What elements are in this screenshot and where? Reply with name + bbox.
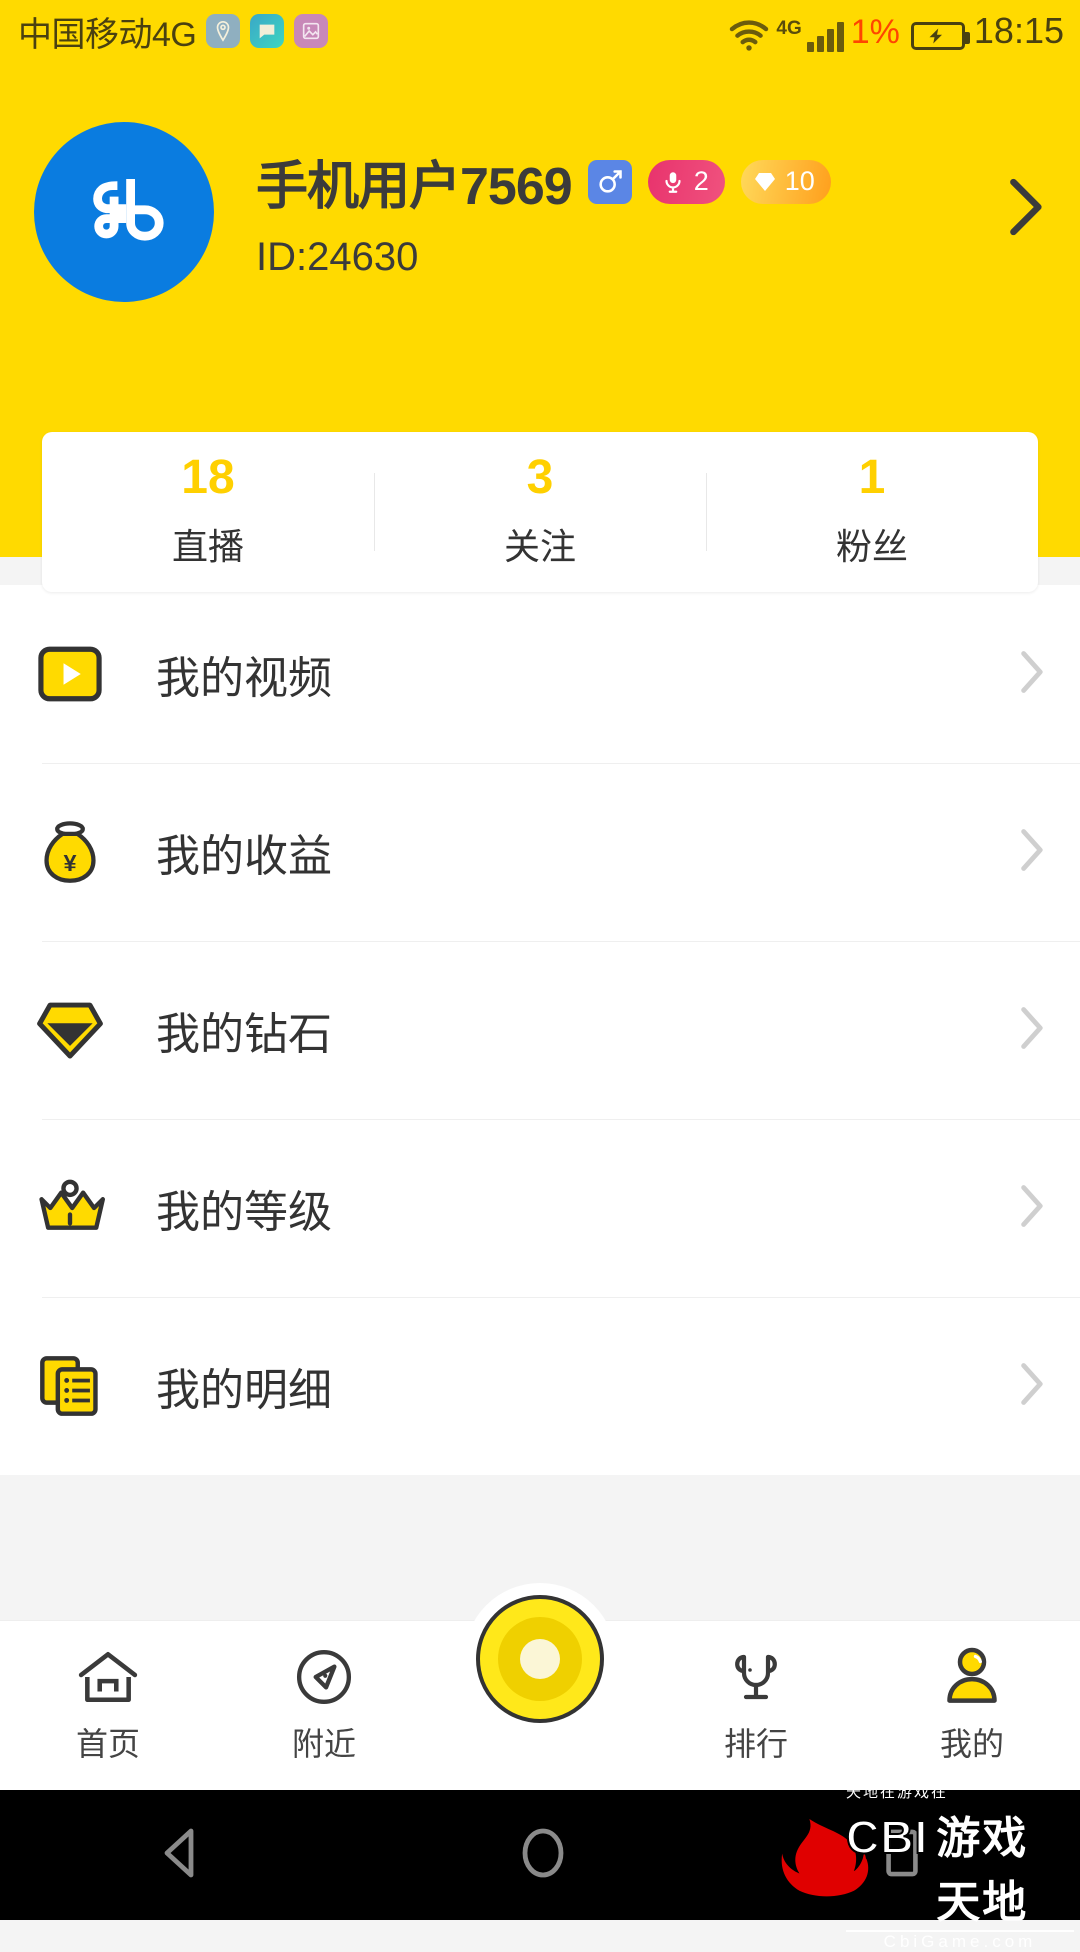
stats-card: 18 直播 3 关注 1 粉丝 (42, 432, 1038, 592)
identity-block: 手机用户7569 2 10 ID:24630 (256, 144, 1046, 280)
photo-icon (294, 14, 329, 48)
clock-label: 18:15 (973, 10, 1064, 51)
bottom-tab-bar: 首页 附近 排行 我的 (0, 1583, 1080, 1790)
documents-icon (34, 1350, 106, 1422)
chat-bubble-icon (250, 14, 285, 48)
tab-mine[interactable]: 我的 (864, 1621, 1080, 1765)
chevron-right-icon (1016, 1182, 1046, 1235)
chevron-right-icon (1016, 826, 1046, 879)
diamond-icon (34, 994, 106, 1066)
record-inner-dot (520, 1639, 560, 1679)
battery-charging-icon (910, 22, 970, 50)
stat-live-value: 18 (181, 451, 235, 504)
watermark-brand: CBI (845, 1810, 929, 1864)
tab-label: 排行 (723, 1726, 788, 1762)
home-icon (77, 1643, 139, 1711)
male-icon (587, 159, 632, 204)
menu-item-my-details[interactable]: 我的明细 (0, 1297, 1080, 1475)
watermark-url: CbiGame.com (846, 1929, 1074, 1952)
microphone-icon (727, 1643, 785, 1711)
chevron-right-icon (1016, 648, 1046, 701)
stat-following[interactable]: 3 关注 (374, 454, 706, 570)
avatar[interactable] (34, 122, 214, 302)
wifi-icon (727, 18, 771, 52)
tab-label: 首页 (75, 1726, 140, 1762)
svg-text:¥: ¥ (63, 850, 76, 876)
person-icon (944, 1643, 1000, 1711)
home-circle-icon[interactable] (517, 1825, 569, 1886)
status-bar: 中国移动4G 4G 1% 18:15 (0, 0, 1080, 62)
menu-item-label: 我的钻石 (156, 1010, 332, 1059)
menu-item-label: 我的收益 (156, 832, 332, 881)
profile-row[interactable]: 手机用户7569 2 10 ID:24630 (0, 122, 1080, 302)
android-nav-bar: 天地在游戏在 CBI 游戏天地 CbiGame.com (0, 1784, 1080, 1951)
signal-bars-icon (806, 22, 844, 52)
record-outer-ring (476, 1595, 604, 1723)
stat-live-label: 直播 (171, 526, 244, 567)
video-icon (34, 638, 106, 710)
username-label: 手机用户7569 (256, 158, 573, 216)
menu-item-my-level[interactable]: 我的等级 (0, 1119, 1080, 1297)
microphone-icon (665, 171, 681, 193)
battery-percent-label: 1% (850, 13, 900, 51)
stat-following-label: 关注 (503, 526, 576, 567)
user-id-label: ID:24630 (256, 235, 419, 279)
chevron-right-icon (1016, 1360, 1046, 1413)
diamond-level-badge: 10 (740, 159, 831, 204)
username-line: 手机用户7569 2 10 (256, 144, 1046, 219)
tab-nearby[interactable]: 附近 (216, 1621, 432, 1765)
menu-item-label: 我的明细 (156, 1366, 332, 1415)
status-bar-right: 4G 1% 18:15 (727, 10, 1064, 52)
diamond-icon (754, 172, 775, 191)
status-bar-left: 中国移动4G (18, 7, 329, 56)
network-type-label: 4G (776, 18, 802, 39)
money-bag-icon: ¥ (34, 816, 106, 888)
tab-label: 我的 (939, 1726, 1004, 1762)
record-mid-ring (498, 1617, 582, 1701)
menu-item-label: 我的等级 (156, 1188, 332, 1237)
watermark-brand-cn: 游戏天地 (936, 1813, 1029, 1927)
crown-icon (34, 1172, 106, 1244)
stat-fans[interactable]: 1 粉丝 (706, 454, 1038, 570)
menu-item-my-diamonds[interactable]: 我的钻石 (0, 941, 1080, 1119)
stat-following-value: 3 (526, 451, 554, 504)
carrier-label: 中国移动4G (18, 15, 197, 54)
mic-level-value: 2 (693, 166, 709, 196)
profile-header: 手机用户7569 2 10 ID:24630 18 直播 3 关注 1 粉丝 (0, 62, 1080, 592)
record-live-button[interactable] (464, 1583, 616, 1735)
compass-icon (295, 1643, 353, 1711)
chevron-right-icon[interactable] (1000, 174, 1046, 245)
watermark-tagline: 天地在游戏在 (846, 1783, 949, 1801)
stat-fans-value: 1 (858, 451, 886, 504)
tab-label: 附近 (291, 1726, 356, 1762)
diamond-level-value: 10 (784, 166, 815, 196)
menu-item-my-videos[interactable]: 我的视频 (0, 585, 1080, 763)
location-pin-icon (206, 14, 241, 48)
menu-item-label: 我的视频 (156, 654, 332, 703)
tab-ranking[interactable]: 排行 (648, 1621, 864, 1765)
back-triangle-icon[interactable] (155, 1825, 207, 1886)
stat-fans-label: 粉丝 (835, 526, 908, 567)
watermark: 天地在游戏在 CBI 游戏天地 CbiGame.com (774, 1784, 1074, 1951)
mic-level-badge: 2 (647, 159, 725, 204)
chevron-right-icon (1016, 1004, 1046, 1057)
menu-item-my-earnings[interactable]: ¥ 我的收益 (0, 763, 1080, 941)
tab-home[interactable]: 首页 (0, 1621, 216, 1765)
stat-live[interactable]: 18 直播 (42, 454, 374, 570)
menu-list: 我的视频 ¥ 我的收益 我的钻石 我的等级 我的明细 (0, 585, 1080, 1475)
